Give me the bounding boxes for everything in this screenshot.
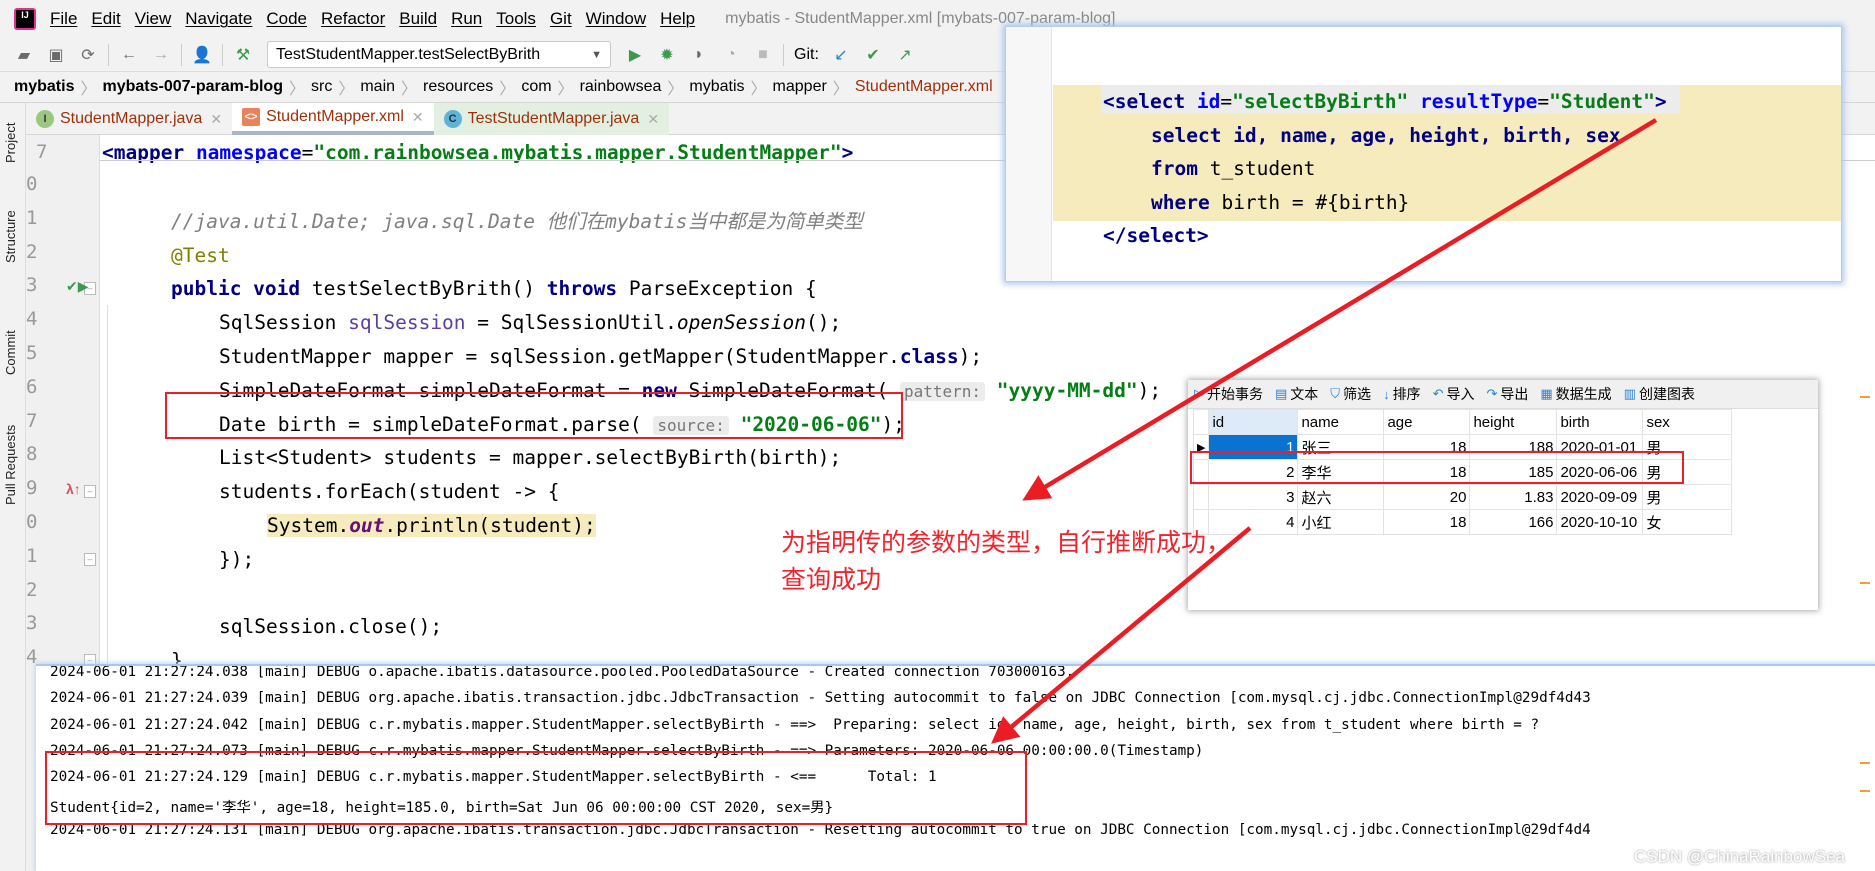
- watermark: CSDN @ChinaRainbowSea: [1634, 847, 1845, 866]
- annotation-arrows: [991, 118, 1658, 744]
- arrow-to-console: [991, 526, 1252, 744]
- arrow-to-table: [1022, 118, 1658, 501]
